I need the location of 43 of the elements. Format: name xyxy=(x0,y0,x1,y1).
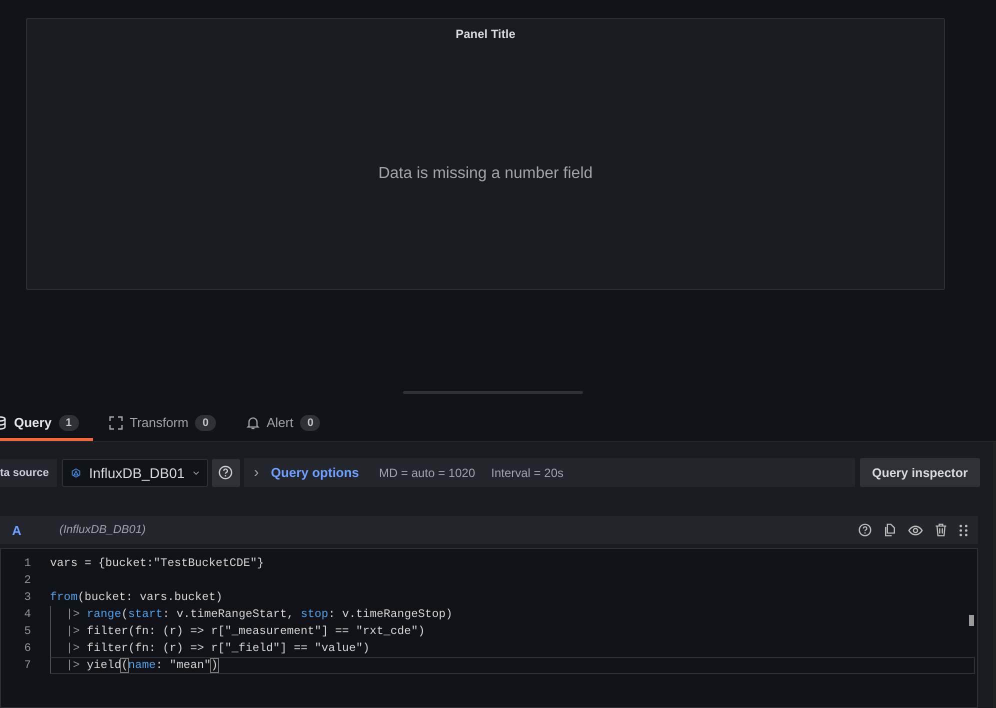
line-number: 1 xyxy=(23,557,32,570)
line-number: 7 xyxy=(23,659,32,672)
interval-info: Interval = 20s xyxy=(491,466,564,480)
no-data-message: Data is missing a number field xyxy=(378,165,593,183)
count-badge: 0 xyxy=(300,414,320,431)
help-button[interactable] xyxy=(212,458,240,486)
count-badge: 0 xyxy=(195,414,216,431)
query-datasource: (InfluxDB_DB01) xyxy=(59,524,146,536)
query-options-bar[interactable]: › Query options MD = auto = 1020 Interval = 20s xyxy=(244,458,855,487)
datasource-select[interactable]: InfluxDB_DB01 xyxy=(62,458,208,486)
datasource-label: ta source xyxy=(0,458,57,486)
code-line: vars = {bucket:"TestBucketCDE"} xyxy=(50,557,264,570)
panel-title: Panel Title xyxy=(456,27,516,41)
line-number: 3 xyxy=(23,591,32,604)
copy-icon[interactable] xyxy=(883,523,897,537)
editor-tab[interactable]: Transform 0 xyxy=(108,408,230,441)
bell-icon xyxy=(246,416,260,430)
scrollbar-marker xyxy=(969,615,974,626)
query-options-label[interactable]: Query options xyxy=(270,465,360,480)
delete-icon[interactable] xyxy=(934,523,948,537)
code-line: |> yield(name: "mean") xyxy=(66,659,218,672)
code-line: |> filter(fn: (r) => r["_field"] == "value") xyxy=(66,642,370,655)
line-number: 6 xyxy=(23,642,32,655)
help-icon[interactable] xyxy=(858,523,872,537)
line-number: 2 xyxy=(23,574,32,587)
chevron-down-icon xyxy=(192,470,199,476)
code-line: from(bucket: vars.bucket) xyxy=(50,591,223,604)
code-line: |> filter(fn: (r) => r["_measurement"] == "rxt_cde") xyxy=(66,625,425,638)
editor-tab[interactable]: Alert 0 xyxy=(246,408,334,441)
resize-handle[interactable] xyxy=(403,390,583,394)
count-badge: 1 xyxy=(58,414,79,431)
max-data-points-info: MD = auto = 1020 xyxy=(379,466,476,480)
code-editor[interactable] xyxy=(0,548,978,708)
query-ref[interactable]: A xyxy=(12,522,22,538)
query-inspector-button[interactable]: Query inspector xyxy=(860,458,980,487)
expand-arrows-icon xyxy=(108,416,123,430)
line-number: 5 xyxy=(23,625,32,638)
eye-icon[interactable] xyxy=(908,522,923,538)
help-icon xyxy=(218,465,234,480)
drag-handle-icon[interactable] xyxy=(959,524,968,536)
chevron-right-icon: › xyxy=(254,464,259,481)
line-number: 4 xyxy=(23,608,32,621)
code-line: |> range(start: v.timeRangeStart, stop: v.timeRangeStop) xyxy=(66,608,453,621)
